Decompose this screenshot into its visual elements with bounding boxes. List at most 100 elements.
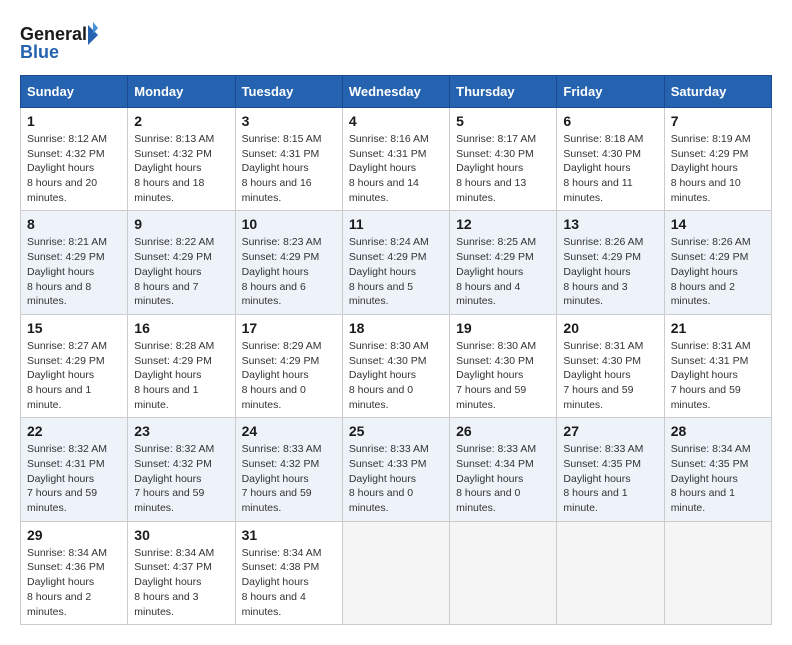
- calendar-cell: 1 Sunrise: 8:12 AMSunset: 4:32 PMDaylight…: [21, 108, 128, 211]
- calendar-cell: 4 Sunrise: 8:16 AMSunset: 4:31 PMDaylight…: [342, 108, 449, 211]
- svg-text:Blue: Blue: [20, 42, 59, 62]
- day-info: Sunrise: 8:25 AMSunset: 4:29 PMDaylight …: [456, 235, 550, 308]
- calendar-week-4: 22 Sunrise: 8:32 AMSunset: 4:31 PMDayligh…: [21, 418, 772, 521]
- logo: General Blue: [20, 20, 100, 65]
- calendar-cell: 21 Sunrise: 8:31 AMSunset: 4:31 PMDayligh…: [664, 314, 771, 417]
- day-info: Sunrise: 8:16 AMSunset: 4:31 PMDaylight …: [349, 132, 443, 205]
- day-number: 15: [27, 320, 121, 336]
- day-number: 5: [456, 113, 550, 129]
- calendar-cell: 29Sunrise: 8:34 AMSunset: 4:36 PMDayligh…: [21, 521, 128, 624]
- calendar-cell: 22 Sunrise: 8:32 AMSunset: 4:31 PMDayligh…: [21, 418, 128, 521]
- day-number: 22: [27, 423, 121, 439]
- day-info: Sunrise: 8:24 AMSunset: 4:29 PMDaylight …: [349, 235, 443, 308]
- day-info: Sunrise: 8:31 AMSunset: 4:31 PMDaylight …: [671, 339, 765, 412]
- day-info: Sunrise: 8:27 AMSunset: 4:29 PMDaylight …: [27, 339, 121, 412]
- calendar-cell: 6 Sunrise: 8:18 AMSunset: 4:30 PMDaylight…: [557, 108, 664, 211]
- logo-svg: General Blue: [20, 20, 100, 65]
- day-info: Sunrise: 8:33 AMSunset: 4:33 PMDaylight …: [349, 442, 443, 515]
- day-info: Sunrise: 8:33 AMSunset: 4:34 PMDaylight …: [456, 442, 550, 515]
- weekday-header-wednesday: Wednesday: [342, 76, 449, 108]
- calendar-cell: 26 Sunrise: 8:33 AMSunset: 4:34 PMDayligh…: [450, 418, 557, 521]
- calendar-cell: 12 Sunrise: 8:25 AMSunset: 4:29 PMDayligh…: [450, 211, 557, 314]
- day-number: 19: [456, 320, 550, 336]
- day-info: Sunrise: 8:19 AMSunset: 4:29 PMDaylight …: [671, 132, 765, 205]
- day-number: 12: [456, 216, 550, 232]
- calendar-cell: 11 Sunrise: 8:24 AMSunset: 4:29 PMDayligh…: [342, 211, 449, 314]
- day-number: 16: [134, 320, 228, 336]
- day-info: Sunrise: 8:34 AMSunset: 4:36 PMDaylight …: [27, 546, 121, 619]
- day-info: Sunrise: 8:21 AMSunset: 4:29 PMDaylight …: [27, 235, 121, 308]
- day-number: 9: [134, 216, 228, 232]
- day-number: 23: [134, 423, 228, 439]
- calendar-cell: 5 Sunrise: 8:17 AMSunset: 4:30 PMDaylight…: [450, 108, 557, 211]
- day-info: Sunrise: 8:22 AMSunset: 4:29 PMDaylight …: [134, 235, 228, 308]
- day-number: 2: [134, 113, 228, 129]
- calendar-table: SundayMondayTuesdayWednesdayThursdayFrid…: [20, 75, 772, 625]
- day-number: 14: [671, 216, 765, 232]
- day-info: Sunrise: 8:15 AMSunset: 4:31 PMDaylight …: [242, 132, 336, 205]
- calendar-cell: 25Sunrise: 8:33 AMSunset: 4:33 PMDayligh…: [342, 418, 449, 521]
- day-number: 13: [563, 216, 657, 232]
- day-number: 20: [563, 320, 657, 336]
- day-number: 17: [242, 320, 336, 336]
- day-info: Sunrise: 8:31 AMSunset: 4:30 PMDaylight …: [563, 339, 657, 412]
- empty-cell: [450, 521, 557, 624]
- calendar-week-2: 8 Sunrise: 8:21 AMSunset: 4:29 PMDaylight…: [21, 211, 772, 314]
- calendar-cell: 20 Sunrise: 8:31 AMSunset: 4:30 PMDayligh…: [557, 314, 664, 417]
- day-number: 11: [349, 216, 443, 232]
- day-number: 6: [563, 113, 657, 129]
- day-number: 21: [671, 320, 765, 336]
- calendar-cell: 9 Sunrise: 8:22 AMSunset: 4:29 PMDaylight…: [128, 211, 235, 314]
- svg-text:General: General: [20, 24, 87, 44]
- calendar-cell: 10Sunrise: 8:23 AMSunset: 4:29 PMDayligh…: [235, 211, 342, 314]
- day-info: Sunrise: 8:32 AMSunset: 4:31 PMDaylight …: [27, 442, 121, 515]
- weekday-header-saturday: Saturday: [664, 76, 771, 108]
- calendar-cell: 27 Sunrise: 8:33 AMSunset: 4:35 PMDayligh…: [557, 418, 664, 521]
- day-number: 1: [27, 113, 121, 129]
- day-info: Sunrise: 8:12 AMSunset: 4:32 PMDaylight …: [27, 132, 121, 205]
- calendar-cell: 17 Sunrise: 8:29 AMSunset: 4:29 PMDayligh…: [235, 314, 342, 417]
- calendar-cell: 19Sunrise: 8:30 AMSunset: 4:30 PMDayligh…: [450, 314, 557, 417]
- calendar-cell: 14 Sunrise: 8:26 AMSunset: 4:29 PMDayligh…: [664, 211, 771, 314]
- calendar-cell: 3 Sunrise: 8:15 AMSunset: 4:31 PMDaylight…: [235, 108, 342, 211]
- day-info: Sunrise: 8:30 AMSunset: 4:30 PMDaylight …: [349, 339, 443, 412]
- calendar-cell: 15 Sunrise: 8:27 AMSunset: 4:29 PMDayligh…: [21, 314, 128, 417]
- day-number: 10: [242, 216, 336, 232]
- day-number: 24: [242, 423, 336, 439]
- day-number: 3: [242, 113, 336, 129]
- calendar-cell: 8 Sunrise: 8:21 AMSunset: 4:29 PMDaylight…: [21, 211, 128, 314]
- day-number: 7: [671, 113, 765, 129]
- day-number: 27: [563, 423, 657, 439]
- calendar-cell: 30Sunrise: 8:34 AMSunset: 4:37 PMDayligh…: [128, 521, 235, 624]
- calendar-cell: 7 Sunrise: 8:19 AMSunset: 4:29 PMDaylight…: [664, 108, 771, 211]
- day-info: Sunrise: 8:13 AMSunset: 4:32 PMDaylight …: [134, 132, 228, 205]
- empty-cell: [557, 521, 664, 624]
- day-info: Sunrise: 8:26 AMSunset: 4:29 PMDaylight …: [671, 235, 765, 308]
- day-info: Sunrise: 8:34 AMSunset: 4:38 PMDaylight …: [242, 546, 336, 619]
- day-info: Sunrise: 8:33 AMSunset: 4:32 PMDaylight …: [242, 442, 336, 515]
- day-number: 8: [27, 216, 121, 232]
- day-number: 18: [349, 320, 443, 336]
- page-header: General Blue: [20, 20, 772, 65]
- day-info: Sunrise: 8:18 AMSunset: 4:30 PMDaylight …: [563, 132, 657, 205]
- weekday-header-sunday: Sunday: [21, 76, 128, 108]
- day-info: Sunrise: 8:34 AMSunset: 4:37 PMDaylight …: [134, 546, 228, 619]
- day-info: Sunrise: 8:17 AMSunset: 4:30 PMDaylight …: [456, 132, 550, 205]
- calendar-week-3: 15 Sunrise: 8:27 AMSunset: 4:29 PMDayligh…: [21, 314, 772, 417]
- weekday-header-friday: Friday: [557, 76, 664, 108]
- empty-cell: [664, 521, 771, 624]
- day-number: 4: [349, 113, 443, 129]
- calendar-cell: 16 Sunrise: 8:28 AMSunset: 4:29 PMDayligh…: [128, 314, 235, 417]
- day-info: Sunrise: 8:29 AMSunset: 4:29 PMDaylight …: [242, 339, 336, 412]
- day-info: Sunrise: 8:32 AMSunset: 4:32 PMDaylight …: [134, 442, 228, 515]
- calendar-week-1: 1 Sunrise: 8:12 AMSunset: 4:32 PMDaylight…: [21, 108, 772, 211]
- calendar-cell: 23 Sunrise: 8:32 AMSunset: 4:32 PMDayligh…: [128, 418, 235, 521]
- day-info: Sunrise: 8:33 AMSunset: 4:35 PMDaylight …: [563, 442, 657, 515]
- weekday-header-thursday: Thursday: [450, 76, 557, 108]
- calendar-cell: 18 Sunrise: 8:30 AMSunset: 4:30 PMDayligh…: [342, 314, 449, 417]
- day-number: 26: [456, 423, 550, 439]
- day-info: Sunrise: 8:26 AMSunset: 4:29 PMDaylight …: [563, 235, 657, 308]
- weekday-header-monday: Monday: [128, 76, 235, 108]
- day-info: Sunrise: 8:28 AMSunset: 4:29 PMDaylight …: [134, 339, 228, 412]
- calendar-cell: 28Sunrise: 8:34 AMSunset: 4:35 PMDayligh…: [664, 418, 771, 521]
